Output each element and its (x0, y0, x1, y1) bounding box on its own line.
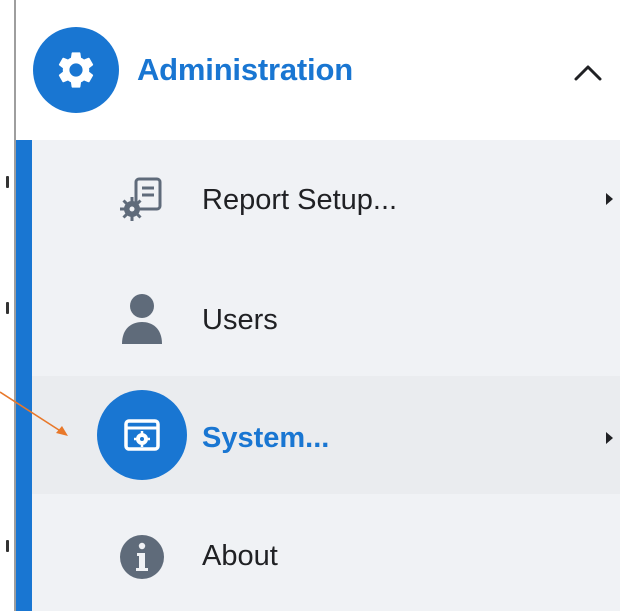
chevron-up-icon[interactable] (569, 56, 607, 86)
admin-menu-panel: Administration Report Setup... Users Sys… (16, 0, 620, 611)
gear-icon (33, 27, 119, 113)
menu-item-label: Report Setup... (202, 184, 398, 216)
report-settings-icon (114, 171, 170, 227)
submenu-arrow-icon (606, 432, 613, 444)
menu-item-label: Users (202, 304, 278, 336)
left-edge (0, 0, 16, 611)
user-icon (114, 290, 170, 346)
menu-item-system[interactable]: System... (32, 376, 620, 494)
submenu-accent-bar (16, 140, 32, 611)
info-icon (114, 529, 170, 585)
submenu-arrow-icon (606, 193, 613, 205)
menu-item-label: System... (202, 422, 330, 454)
edge-mark (6, 176, 9, 188)
menu-item-label: About (202, 540, 278, 572)
menu-item-report-setup[interactable]: Report Setup... (32, 140, 620, 258)
menu-item-about[interactable]: About (32, 494, 620, 612)
menu-item-users[interactable]: Users (32, 258, 620, 376)
edge-mark (6, 540, 9, 552)
menu-header-administration[interactable]: Administration (16, 0, 620, 140)
edge-mark (6, 302, 9, 314)
system-settings-icon (97, 390, 187, 480)
menu-header-title: Administration (137, 52, 353, 87)
